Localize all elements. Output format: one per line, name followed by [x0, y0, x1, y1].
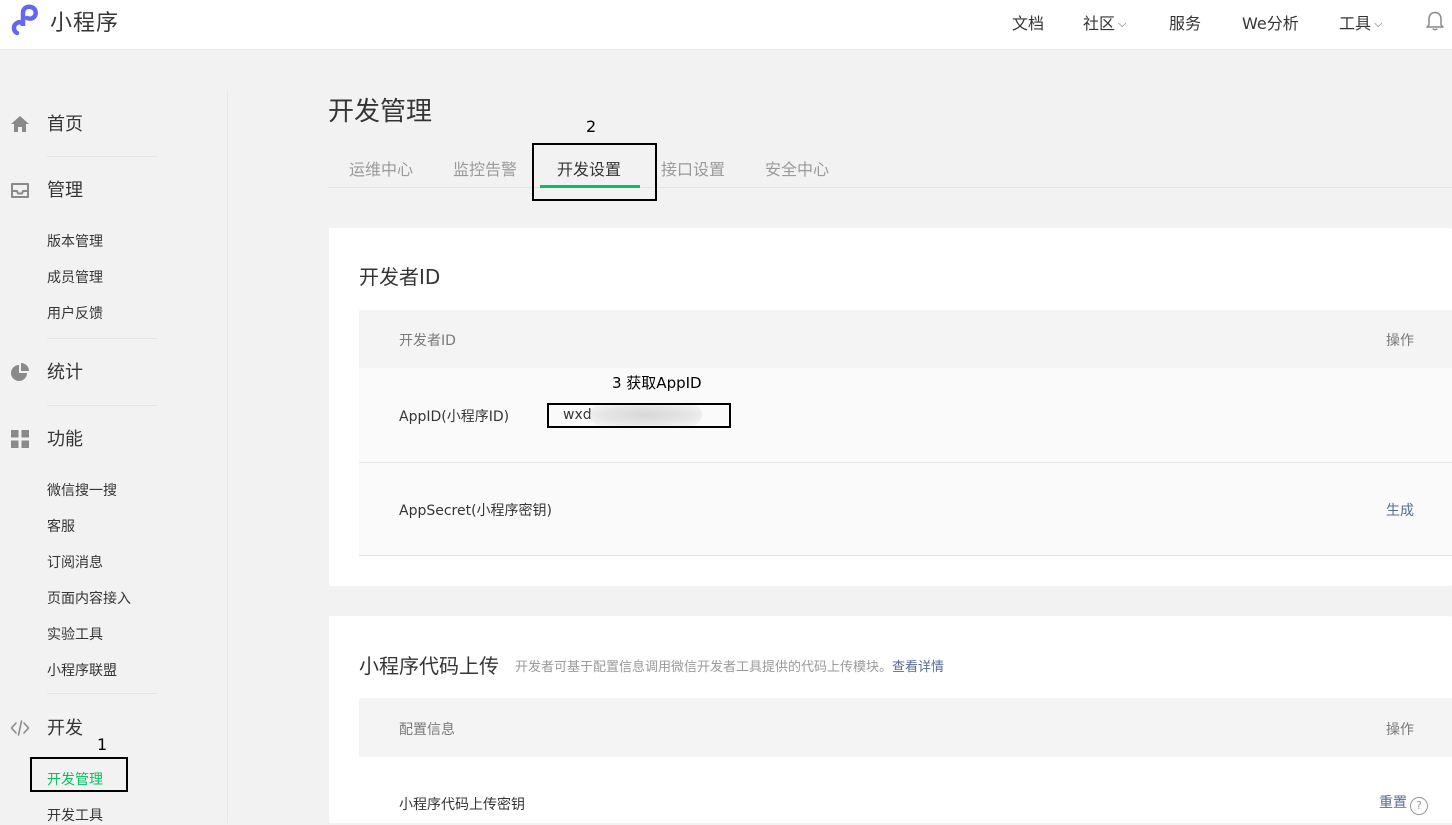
sidebar-group-home[interactable]: 首页	[0, 104, 200, 144]
column-header-name: 配置信息	[399, 722, 455, 738]
page-title: 开发管理	[328, 97, 433, 127]
sidebar-item-experiment-tools[interactable]: 实验工具	[47, 624, 103, 644]
sidebar-item-alliance[interactable]: 小程序联盟	[47, 660, 117, 680]
sidebar-group-statistics[interactable]: 统计	[0, 352, 200, 392]
tab-security-center[interactable]: 安全中心	[765, 156, 829, 180]
brand-title[interactable]: 小程序	[50, 5, 119, 37]
annotation-step-1: 1	[97, 735, 108, 754]
column-header-action: 操作	[1386, 333, 1414, 349]
annotation-step-2: 2	[586, 117, 597, 136]
reset-key-link[interactable]: 重置	[1379, 795, 1407, 811]
sidebar-group-label: 开发	[47, 718, 83, 739]
developer-id-card: 开发者ID 开发者ID 操作 AppID(小程序ID) AppSecret(小程…	[329, 228, 1452, 586]
sidebar-item-wechat-search[interactable]: 微信搜一搜	[47, 480, 117, 500]
sidebar-item-dev-tools[interactable]: 开发工具	[47, 805, 103, 825]
tab-api-settings[interactable]: 接口设置	[661, 156, 725, 180]
upload-config-table: 配置信息 操作 小程序代码上传密钥 重置?	[359, 698, 1452, 823]
sidebar-separator	[47, 156, 157, 157]
table-header: 配置信息 操作	[359, 698, 1452, 757]
sidebar-item-subscribe-message[interactable]: 订阅消息	[47, 552, 103, 572]
sidebar-divider	[227, 90, 228, 823]
sidebar-item-page-content[interactable]: 页面内容接入	[47, 588, 131, 608]
upload-key-label: 小程序代码上传密钥	[399, 797, 525, 813]
sidebar-item-customer-service[interactable]: 客服	[47, 516, 75, 536]
table-row-upload-key: 小程序代码上传密钥 重置?	[359, 757, 1452, 823]
sidebar-separator	[47, 405, 157, 406]
sidebar-group-label: 功能	[47, 429, 83, 450]
card-description: 开发者可基于配置信息调用微信开发者工具提供的代码上传模块。查看详情	[515, 660, 944, 675]
appid-label: AppID(小程序ID)	[399, 409, 510, 425]
column-header-action: 操作	[1386, 722, 1414, 738]
nav-docs[interactable]: 文档	[1012, 10, 1044, 34]
nav-community-label: 社区	[1083, 14, 1116, 33]
nav-tools[interactable]: 工具 ⌵	[1339, 10, 1382, 34]
annotation-box-1	[30, 757, 128, 792]
top-bar: 小程序 文档 社区 ⌵ 服务 We分析 工具 ⌵	[0, 0, 1452, 50]
mini-program-logo-icon[interactable]	[10, 3, 44, 37]
bell-icon[interactable]	[1424, 9, 1446, 31]
card-title: 开发者ID	[359, 265, 441, 289]
nav-tools-label: 工具	[1339, 14, 1372, 33]
annotation-box-3	[547, 403, 731, 428]
table-row-appid: AppID(小程序ID)	[359, 368, 1452, 463]
card-title-text: 小程序代码上传	[359, 654, 499, 678]
appsecret-label: AppSecret(小程序密钥)	[399, 503, 553, 519]
column-header-name: 开发者ID	[399, 333, 456, 349]
nav-we-analytics[interactable]: We分析	[1242, 10, 1299, 34]
sidebar-group-label: 管理	[47, 180, 83, 201]
sidebar-item-member-manage[interactable]: 成员管理	[47, 267, 103, 287]
view-details-link[interactable]: 查看详情	[892, 660, 944, 675]
tabs-baseline	[328, 187, 1452, 188]
developer-id-table: 开发者ID 操作 AppID(小程序ID) AppSecret(小程序密钥) 生…	[359, 310, 1452, 556]
pie-chart-icon	[11, 363, 29, 381]
sidebar-group-label: 统计	[47, 362, 83, 383]
sidebar-group-manage[interactable]: 管理	[0, 170, 200, 210]
sidebar-group-label: 首页	[47, 114, 83, 135]
card-title: 小程序代码上传 开发者可基于配置信息调用微信开发者工具提供的代码上传模块。查看详情	[359, 650, 944, 679]
sidebar-separator	[47, 338, 157, 339]
chevron-down-icon: ⌵	[1118, 17, 1127, 30]
nav-community[interactable]: 社区 ⌵	[1083, 10, 1126, 34]
tab-ops-center[interactable]: 运维中心	[349, 156, 413, 180]
inbox-icon	[11, 183, 29, 198]
code-icon	[10, 720, 30, 736]
nav-services[interactable]: 服务	[1169, 10, 1201, 34]
table-row-appsecret: AppSecret(小程序密钥) 生成	[359, 463, 1452, 556]
home-icon	[11, 116, 29, 132]
chevron-down-icon: ⌵	[1374, 17, 1383, 30]
help-icon[interactable]: ?	[1410, 797, 1428, 815]
grid-icon	[11, 430, 29, 448]
generate-secret-link[interactable]: 生成	[1386, 500, 1414, 520]
sidebar-item-version-manage[interactable]: 版本管理	[47, 231, 103, 251]
sidebar-group-features[interactable]: 功能	[0, 419, 200, 459]
card-description-text: 开发者可基于配置信息调用微信开发者工具提供的代码上传模块。	[515, 660, 893, 675]
tab-monitor-alert[interactable]: 监控告警	[453, 156, 517, 180]
sidebar-item-user-feedback[interactable]: 用户反馈	[47, 303, 103, 323]
annotation-step-3: 3 获取AppID	[612, 374, 702, 392]
table-header: 开发者ID 操作	[359, 310, 1452, 368]
sidebar-separator	[47, 693, 157, 694]
annotation-box-2	[532, 143, 657, 201]
code-upload-card: 小程序代码上传 开发者可基于配置信息调用微信开发者工具提供的代码上传模块。查看详情…	[329, 616, 1452, 823]
reset-key-action[interactable]: 重置?	[1379, 792, 1428, 815]
